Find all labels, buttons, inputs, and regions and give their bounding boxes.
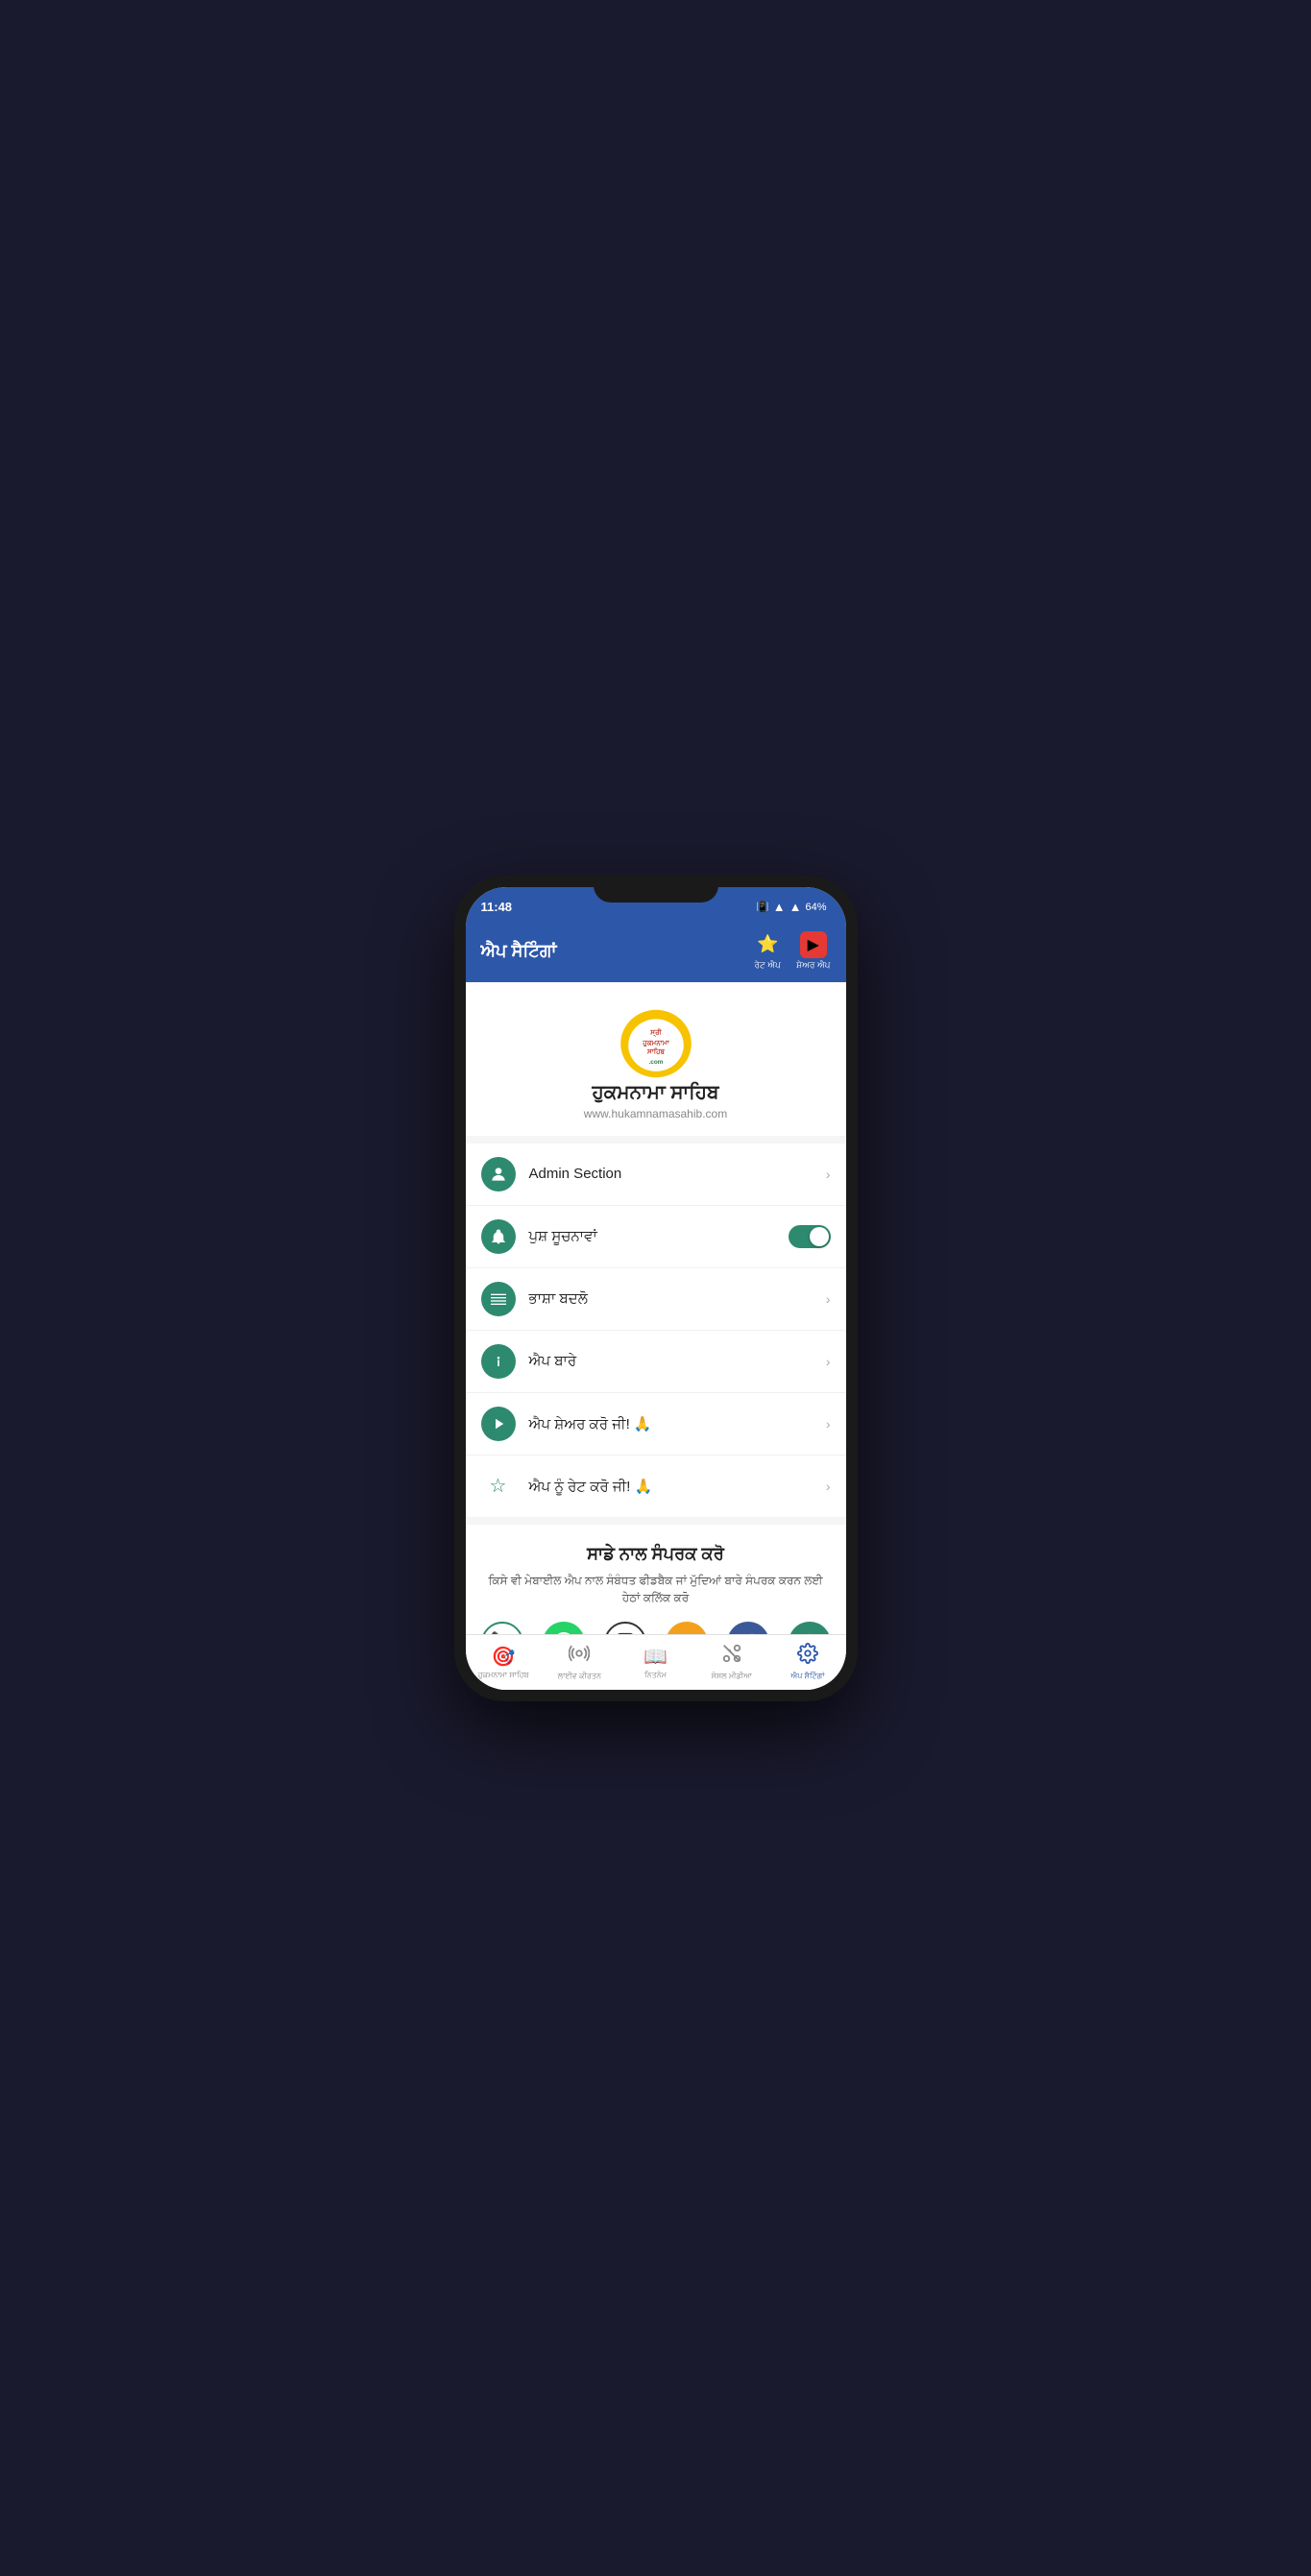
rate-star-icon: ☆ xyxy=(481,1469,516,1504)
hukamnama-nav-icon: 🎯 xyxy=(492,1645,516,1669)
app-website: www.hukamnamasahib.com xyxy=(584,1107,727,1120)
share-icon: ▶ xyxy=(800,931,827,958)
whatsapp-icon-1[interactable] xyxy=(543,1622,585,1634)
info-icon xyxy=(481,1344,516,1379)
admin-section-item[interactable]: Admin Section › xyxy=(466,1144,846,1206)
menu-section: Admin Section › ਪੁਸ਼ ਸੂਚਨਾਵਾਂ xyxy=(466,1144,846,1517)
share-label: ਸ਼ੇਅਰ ਐਪ xyxy=(796,960,830,971)
social-nav-icon xyxy=(721,1643,742,1670)
contact-title: ਸਾਡੇ ਨਾਲ ਸੰਪਰਕ ਕਰੋ xyxy=(481,1544,831,1564)
settings-nav-label: ਐਪ ਸੈਟਿੰਗਾਂ xyxy=(790,1672,824,1681)
bell-icon xyxy=(481,1219,516,1254)
share-app-arrow: › xyxy=(826,1416,831,1432)
bottom-nav: 🎯 ਹੁਕਮਨਾਮਾ ਸਾਹਿਬ ਲਾਈਵ ਕੀਰਤਨ 📖 ਨ xyxy=(466,1634,846,1690)
push-label: ਪੁਸ਼ ਸੂਚਨਾਵਾਂ xyxy=(529,1228,789,1244)
nitnem-nav-icon: 📖 xyxy=(643,1645,668,1669)
header-title: ਐਪ ਸੈਟਿੰਗਾਂ xyxy=(481,941,557,961)
phone-frame: 11:48 📳 ▲ ▲ 64% ਐਪ ਸੈਟਿੰਗਾਂ ⭐ ਰੇਟ ਐਪ ▶ ਸ… xyxy=(454,876,858,1701)
rate-label-menu: ਐਪ ਨੂੰ ਰੇਟ ਕਰੋ ਜੀ! 🙏 xyxy=(529,1478,826,1495)
app-info-section: ਸ੍ਰੀ ਹੁਕਮਨਾਮਾ ਸਾਹਿਬ .com ਹੁਕਮਨਾਮਾ ਸਾਹਿਬ … xyxy=(466,982,846,1136)
push-notifications-item[interactable]: ਪੁਸ਼ ਸੂਚਨਾਵਾਂ xyxy=(466,1206,846,1268)
website-icon-1[interactable] xyxy=(789,1622,831,1634)
app-name: ਹੁਕਮਨਾਮਾ ਸਾਹਿਬ xyxy=(593,1082,719,1104)
rate-item[interactable]: ☆ ਐਪ ਨੂੰ ਰੇਟ ਕਰੋ ਜੀ! 🙏 › xyxy=(466,1456,846,1517)
app-logo: ਸ੍ਰੀ ਹੁਕਮਨਾਮਾ ਸਾਹਿਬ .com xyxy=(618,1005,694,1082)
lang-icon xyxy=(481,1282,516,1316)
lang-label: ਭਾਸ਼ਾ ਬਦਲੋ xyxy=(529,1290,826,1307)
svg-text:ਸ੍ਰੀ: ਸ੍ਰੀ xyxy=(649,1027,662,1037)
admin-arrow: › xyxy=(826,1167,831,1182)
share-app-button[interactable]: ▶ ਸ਼ੇਅਰ ਐਪ xyxy=(796,931,830,971)
phone-screen: 11:48 📳 ▲ ▲ 64% ਐਪ ਸੈਟਿੰਗਾਂ ⭐ ਰੇਟ ਐਪ ▶ ਸ… xyxy=(466,887,846,1690)
main-content: ਸ੍ਰੀ ਹੁਕਮਨਾਮਾ ਸਾਹਿਬ .com ਹੁਕਮਨਾਮਾ ਸਾਹਿਬ … xyxy=(466,982,846,1634)
app-header: ਐਪ ਸੈਟਿੰਗਾਂ ⭐ ਰੇਟ ਐਪ ▶ ਸ਼ੇਅਰ ਐਪ xyxy=(466,922,846,982)
user-icon xyxy=(481,1157,516,1192)
nav-settings[interactable]: ਐਪ ਸੈਟਿੰਗਾਂ xyxy=(769,1635,845,1690)
about-item[interactable]: ਐਪ ਬਾਰੇ › xyxy=(466,1331,846,1393)
nav-social[interactable]: ਸੋਸ਼ਲ ਮੀਡੀਆ xyxy=(693,1635,769,1690)
rate-label: ਰੇਟ ਐਪ xyxy=(754,960,780,971)
email-icon-1[interactable]: ✉ xyxy=(666,1622,708,1634)
status-time: 11:48 xyxy=(481,900,513,914)
status-icons: 📳 ▲ ▲ 64% xyxy=(756,900,826,914)
admin-label: Admin Section xyxy=(529,1166,826,1182)
push-toggle[interactable] xyxy=(789,1225,831,1248)
contact-section: ਸਾਡੇ ਨਾਲ ਸੰਪਰਕ ਕਰੋ ਕਿਸੇ ਵੀ ਮੇਬਾਈਲ ਐਪ ਨਾਲ… xyxy=(466,1525,846,1634)
settings-nav-icon xyxy=(797,1643,818,1670)
nav-hukamnama[interactable]: 🎯 ਹੁਕਮਨਾਮਾ ਸਾਹਿਬ xyxy=(466,1635,542,1690)
social-nav-label: ਸੋਸ਼ਲ ਮੀਡੀਆ xyxy=(712,1672,752,1681)
header-actions: ⭐ ਰੇਟ ਐਪ ▶ ਸ਼ੇਅਰ ਐਪ xyxy=(754,931,830,971)
signal-icon: ▲ xyxy=(789,900,802,914)
rate-arrow: › xyxy=(826,1479,831,1494)
phone-icon-1[interactable]: 📞 xyxy=(481,1622,523,1634)
share-item[interactable]: ਐਪ ਸ਼ੇਅਰ ਕਰੋ ਜੀ! 🙏 › xyxy=(466,1393,846,1456)
wifi-icon: ▲ xyxy=(773,900,786,914)
notch xyxy=(594,876,718,903)
language-item[interactable]: ਭਾਸ਼ਾ ਬਦਲੋ › xyxy=(466,1268,846,1331)
live-kirtan-nav-icon xyxy=(569,1643,590,1670)
hukamnama-nav-label: ਹੁਕਮਨਾਮਾ ਸਾਹਿਬ xyxy=(478,1671,529,1680)
vibrate-icon: 📳 xyxy=(756,901,769,913)
contact-icons-1: 📞 ✉ xyxy=(481,1622,831,1634)
live-kirtan-nav-label: ਲਾਈਵ ਕੀਰਤਨ xyxy=(558,1672,601,1681)
nav-live-kirtan[interactable]: ਲਾਈਵ ਕੀਰਤਨ xyxy=(542,1635,618,1690)
nitnem-nav-label: ਨਿਤਨੇਮ xyxy=(644,1671,667,1680)
rate-app-button[interactable]: ⭐ ਰੇਟ ਐਪ xyxy=(754,931,781,971)
star-icon: ⭐ xyxy=(754,931,781,958)
share-app-icon xyxy=(481,1407,516,1441)
nav-nitnem[interactable]: 📖 ਨਿਤਨੇਮ xyxy=(618,1635,693,1690)
share-app-label: ਐਪ ਸ਼ੇਅਰ ਕਰੋ ਜੀ! 🙏 xyxy=(529,1415,826,1432)
about-arrow: › xyxy=(826,1354,831,1369)
contact-desc1: ਕਿਸੇ ਵੀ ਮੇਬਾਈਲ ਐਪ ਨਾਲ ਸੰਬੰਧਤ ਫੀਡਬੈਕ ਜਾਂ … xyxy=(481,1572,831,1606)
lang-arrow: › xyxy=(826,1291,831,1307)
battery-text: 64% xyxy=(805,902,826,913)
svg-text:ਸਾਹਿਬ: ਸਾਹਿਬ xyxy=(645,1047,665,1055)
svg-text:ਹੁਕਮਨਾਮਾ: ਹੁਕਮਨਾਮਾ xyxy=(642,1038,669,1047)
about-label: ਐਪ ਬਾਰੇ xyxy=(529,1353,826,1369)
facebook-icon-1[interactable] xyxy=(727,1622,769,1634)
svg-text:.com: .com xyxy=(648,1058,663,1065)
instagram-icon-1[interactable] xyxy=(604,1622,646,1634)
